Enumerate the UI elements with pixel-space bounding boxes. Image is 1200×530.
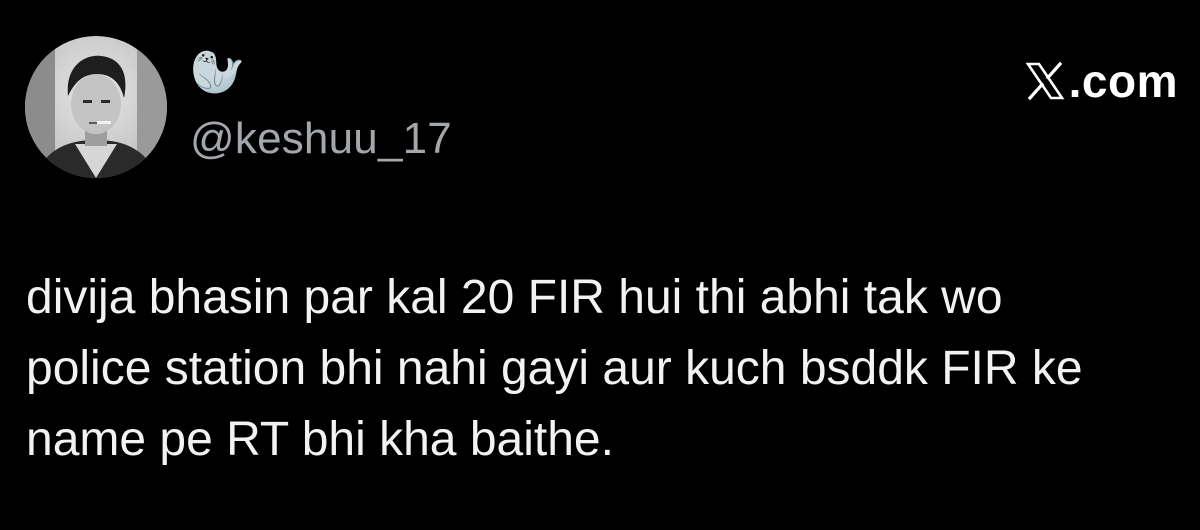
tweet-card: 🦭 @keshuu_17 .com divija bhasin par kal … xyxy=(0,0,1200,530)
profile-photo-icon xyxy=(25,36,167,178)
author-display-name[interactable]: 🦭 xyxy=(190,48,245,98)
tweet-text-line: police station bhi nahi gayi aur kuch bs… xyxy=(26,342,1083,395)
brand-watermark: .com xyxy=(1025,55,1178,107)
tweet-text: divija bhasin par kal 20 FIR hui thi abh… xyxy=(26,262,1186,475)
author-avatar[interactable] xyxy=(25,36,167,178)
tweet-text-line: name pe RT bhi kha baithe. xyxy=(26,413,614,466)
author-handle[interactable]: @keshuu_17 xyxy=(190,114,452,164)
brand-text: .com xyxy=(1068,55,1178,107)
tweet-text-line: divija bhasin par kal 20 FIR hui thi abh… xyxy=(26,271,1003,324)
x-logo-icon xyxy=(1025,61,1065,101)
